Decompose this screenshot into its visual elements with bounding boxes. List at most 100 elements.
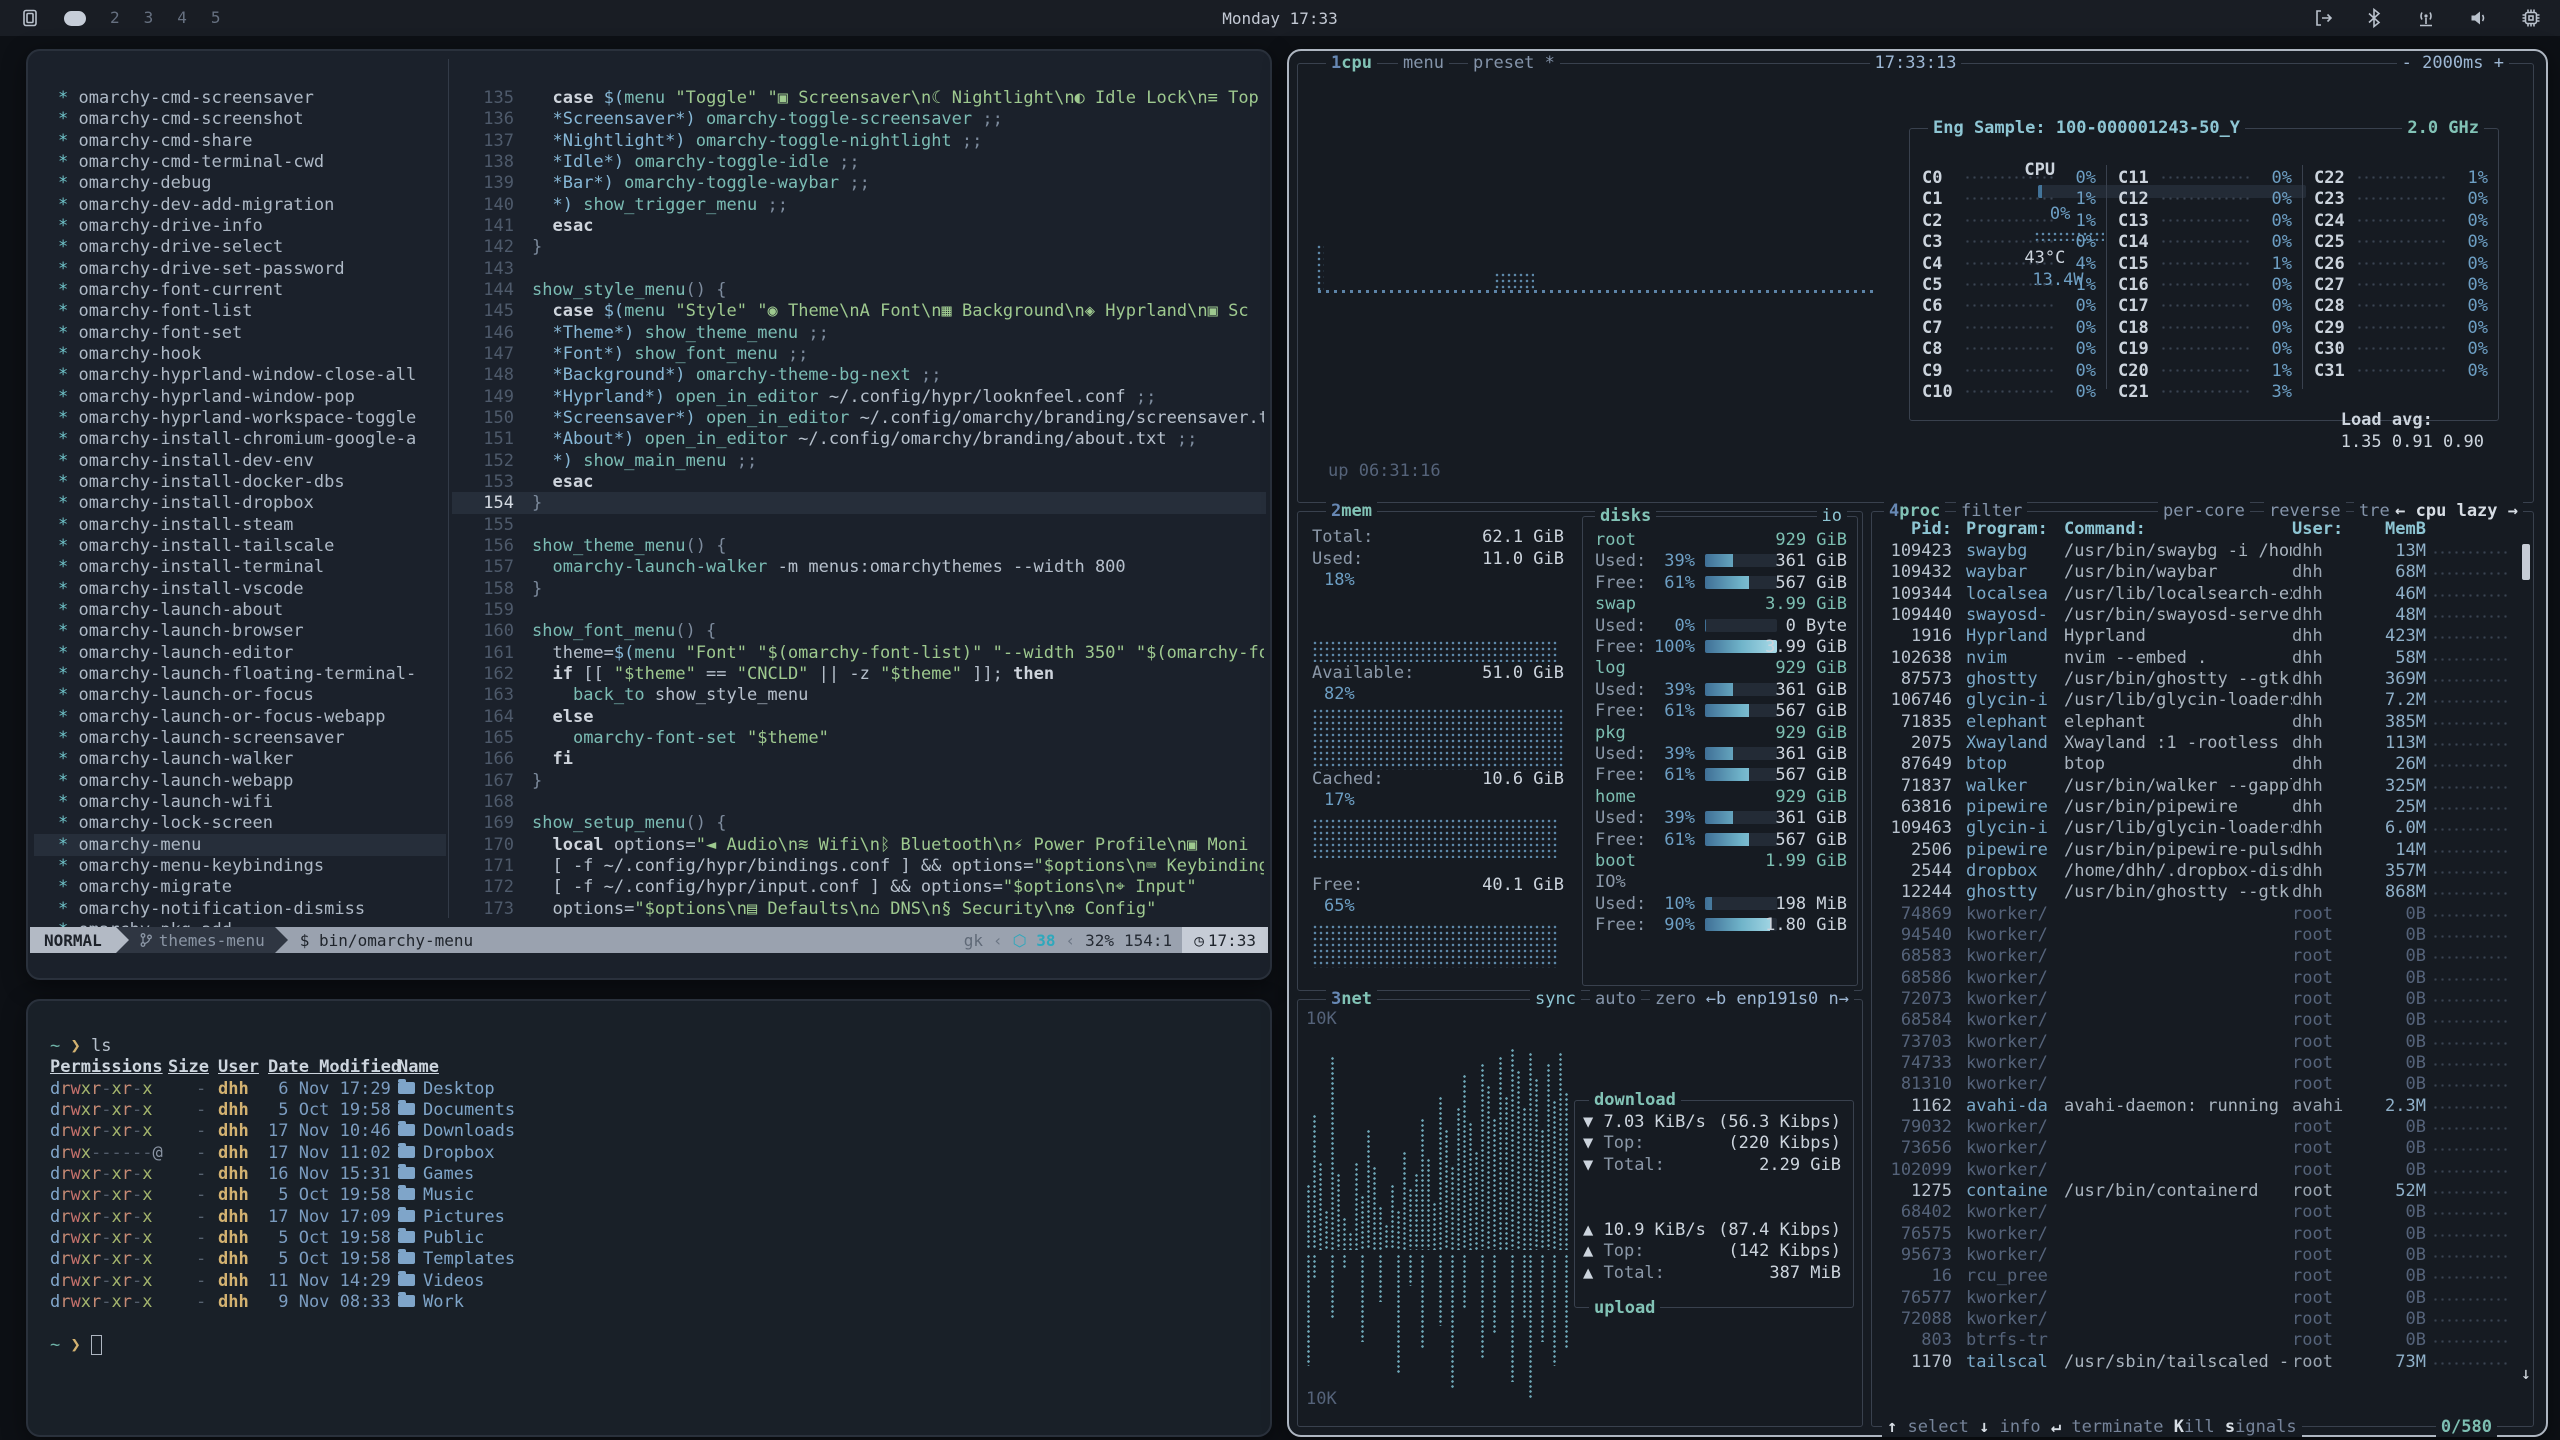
- file-item[interactable]: * omarchy-font-set: [58, 322, 242, 344]
- process-row[interactable]: 2075XwaylandXwayland :1 -rootless -dhh11…: [1880, 732, 2519, 754]
- file-item[interactable]: * omarchy-launch-floating-terminal-: [58, 663, 416, 685]
- process-row[interactable]: 803btrfs-trroot0B0.0: [1880, 1329, 2519, 1351]
- file-item[interactable]: * omarchy-install-docker-dbs: [58, 471, 345, 493]
- file-item[interactable]: * omarchy-drive-info: [58, 215, 263, 237]
- file-item[interactable]: * omarchy-install-dropbox: [58, 492, 314, 514]
- process-row[interactable]: 109432waybar/usr/bin/waybardhh68M0.0: [1880, 561, 2519, 583]
- file-item[interactable]: * omarchy-hyprland-window-close-all: [58, 364, 416, 386]
- net-interface[interactable]: ←b enp191s0 n→: [1701, 989, 1854, 1009]
- process-row[interactable]: 63816pipewire/usr/bin/pipewiredhh25M0.0: [1880, 796, 2519, 818]
- workspace-5[interactable]: 5: [211, 8, 221, 27]
- file-item[interactable]: * omarchy-install-tailscale: [58, 535, 334, 557]
- workspace-active[interactable]: [64, 11, 86, 26]
- split-separator[interactable]: [448, 59, 449, 918]
- process-row[interactable]: 1170tailscal/usr/sbin/tailscaled --root7…: [1880, 1351, 2519, 1373]
- file-item[interactable]: * omarchy-hyprland-window-pop: [58, 386, 355, 408]
- process-row[interactable]: 74869kworker/root0B0.0: [1880, 903, 2519, 925]
- sync-tab[interactable]: sync: [1530, 989, 1581, 1009]
- file-item[interactable]: * omarchy-font-current: [58, 279, 283, 301]
- file-item[interactable]: * omarchy-notification-dismiss: [58, 898, 365, 920]
- process-row[interactable]: 72088kworker/root0B0.0: [1880, 1308, 2519, 1330]
- menu-tab[interactable]: menu: [1398, 53, 1449, 73]
- file-item[interactable]: * omarchy-launch-wifi: [58, 791, 273, 813]
- chip-icon[interactable]: [2520, 7, 2542, 29]
- file-item[interactable]: * omarchy-hook: [58, 343, 201, 365]
- file-item[interactable]: * omarchy-cmd-terminal-cwd: [58, 151, 324, 173]
- process-row[interactable]: 68584kworker/root0B0.0: [1880, 1009, 2519, 1031]
- process-row[interactable]: 81310kworker/root0B0.0: [1880, 1073, 2519, 1095]
- process-row[interactable]: 87573ghostty/usr/bin/ghostty --gtk-dhh36…: [1880, 668, 2519, 690]
- workspace-2[interactable]: 2: [110, 8, 120, 27]
- proc-header[interactable]: Pid: Program: Command: User: MemB Cpu% ↑: [1880, 518, 2519, 540]
- process-row[interactable]: 73656kworker/root0B0.0: [1880, 1137, 2519, 1159]
- file-item[interactable]: * omarchy-install-vscode: [58, 578, 304, 600]
- process-row[interactable]: 76575kworker/root0B0.0: [1880, 1223, 2519, 1245]
- scroll-down-icon[interactable]: ↓: [2521, 1364, 2531, 1384]
- proc-scrollbar[interactable]: [2522, 544, 2530, 580]
- disks-title[interactable]: disks: [1595, 506, 1656, 526]
- process-row[interactable]: 68402kworker/root0B0.0: [1880, 1201, 2519, 1223]
- process-row[interactable]: 73703kworker/root0B0.0: [1880, 1031, 2519, 1053]
- io-tab[interactable]: io: [1817, 506, 1847, 526]
- workspace-4[interactable]: 4: [177, 8, 187, 27]
- process-row[interactable]: 72073kworker/root0B0.0: [1880, 988, 2519, 1010]
- process-row[interactable]: 68583kworker/root0B0.0: [1880, 945, 2519, 967]
- process-row[interactable]: 95673kworker/root0B0.0: [1880, 1244, 2519, 1266]
- network-icon[interactable]: [2414, 7, 2438, 29]
- workspace-3[interactable]: 3: [144, 8, 154, 27]
- process-row[interactable]: 94540kworker/root0B0.0: [1880, 924, 2519, 946]
- process-row[interactable]: 71837walker/usr/bin/walker --gappldhh325…: [1880, 775, 2519, 797]
- file-item[interactable]: * omarchy-launch-webapp: [58, 770, 293, 792]
- process-row[interactable]: 16rcu_preeroot0B0.0: [1880, 1265, 2519, 1287]
- file-item[interactable]: * omarchy-menu: [58, 834, 201, 856]
- refresh-interval[interactable]: - 2000ms +: [2397, 53, 2509, 73]
- proc-footer-keys[interactable]: ↑ select ↓ info ↵ terminate Kill signals: [1882, 1417, 2302, 1437]
- file-item[interactable]: * omarchy-lock-screen: [58, 812, 273, 834]
- file-item[interactable]: * omarchy-cmd-share: [58, 130, 252, 152]
- process-row[interactable]: 71835elephantelephantdhh385M0.0: [1880, 711, 2519, 733]
- file-item[interactable]: * omarchy-install-chromium-google-a: [58, 428, 416, 450]
- file-item[interactable]: * omarchy-launch-or-focus-webapp: [58, 706, 386, 728]
- file-item[interactable]: * omarchy-launch-editor: [58, 642, 293, 664]
- file-item[interactable]: * omarchy-launch-or-focus: [58, 684, 314, 706]
- preset-tab[interactable]: preset *: [1468, 53, 1560, 73]
- process-row[interactable]: 1916HyprlandHyprlanddhh423M0.0: [1880, 625, 2519, 647]
- file-item[interactable]: * omarchy-drive-select: [58, 236, 283, 258]
- file-item[interactable]: * omarchy-drive-set-password: [58, 258, 345, 280]
- process-row[interactable]: 109423swaybg/usr/bin/swaybg -i /homdhh13…: [1880, 540, 2519, 562]
- process-row[interactable]: 74733kworker/root0B0.0: [1880, 1052, 2519, 1074]
- terminal-window[interactable]: ~ ❯ lsPermissionsSizeUserDate ModifiedNa…: [26, 999, 1272, 1437]
- file-item[interactable]: * omarchy-launch-browser: [58, 620, 304, 642]
- file-item[interactable]: * omarchy-launch-screensaver: [58, 727, 345, 749]
- process-row[interactable]: 12244ghostty/usr/bin/ghostty --gtk-dhh86…: [1880, 881, 2519, 903]
- file-item[interactable]: * omarchy-install-steam: [58, 514, 293, 536]
- zero-tab[interactable]: zero: [1650, 989, 1701, 1009]
- logout-icon[interactable]: [2312, 7, 2334, 29]
- file-item[interactable]: * omarchy-install-terminal: [58, 556, 324, 578]
- auto-tab[interactable]: auto: [1590, 989, 1641, 1009]
- process-row[interactable]: 2506pipewire/usr/bin/pipewire-pulsedhh14…: [1880, 839, 2519, 861]
- process-row[interactable]: 109440swayosd-/usr/bin/swayosd-serverdhh…: [1880, 604, 2519, 626]
- process-row[interactable]: 2544dropbox/home/dhh/.dropbox-distdhh357…: [1880, 860, 2519, 882]
- volume-icon[interactable]: [2468, 7, 2490, 29]
- file-item[interactable]: * omarchy-launch-about: [58, 599, 283, 621]
- cpu-panel-title[interactable]: 1cpu: [1326, 53, 1377, 73]
- mem-panel-title[interactable]: 2mem: [1326, 501, 1377, 521]
- file-item[interactable]: * omarchy-dev-add-migration: [58, 194, 334, 216]
- file-item[interactable]: * omarchy-cmd-screenshot: [58, 108, 304, 130]
- file-item[interactable]: * omarchy-menu-keybindings: [58, 855, 324, 877]
- net-panel-title[interactable]: 3net: [1326, 989, 1377, 1009]
- file-item[interactable]: * omarchy-cmd-screensaver: [58, 87, 314, 109]
- process-row[interactable]: 102638nvimnvim --embed .dhh58M0.0: [1880, 647, 2519, 669]
- file-item[interactable]: * omarchy-font-list: [58, 300, 252, 322]
- launcher-icon[interactable]: [20, 8, 40, 28]
- process-row[interactable]: 1275containe/usr/bin/containerdroot52M0.…: [1880, 1180, 2519, 1202]
- process-row[interactable]: 68586kworker/root0B0.0: [1880, 967, 2519, 989]
- workspace-list[interactable]: 2 3 4 5: [110, 8, 245, 28]
- file-item[interactable]: * omarchy-install-dev-env: [58, 450, 314, 472]
- process-row[interactable]: 109344localsea/usr/lib/localsearch-exdhh…: [1880, 583, 2519, 605]
- process-row[interactable]: 102099kworker/root0B0.0: [1880, 1159, 2519, 1181]
- process-row[interactable]: 87649btopbtopdhh26M0.0: [1880, 753, 2519, 775]
- bluetooth-icon[interactable]: [2364, 7, 2384, 29]
- process-row[interactable]: 109463glycin-i/usr/lib/glycin-loadersdhh…: [1880, 817, 2519, 839]
